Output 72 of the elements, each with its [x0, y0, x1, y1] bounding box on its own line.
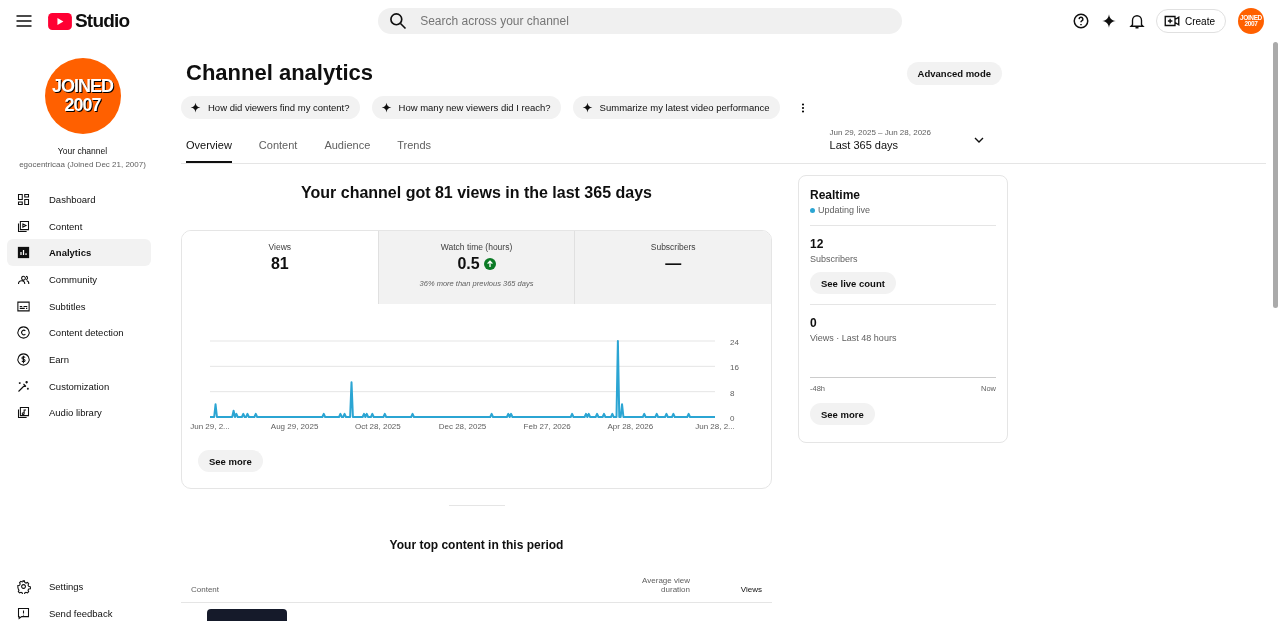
- content-icon: [16, 218, 31, 234]
- audio-icon: [16, 405, 31, 421]
- top-content-title: Your top content in this period: [389, 538, 564, 552]
- create-button[interactable]: Create: [1156, 9, 1226, 33]
- sparkle-icon: [189, 101, 202, 114]
- x-axis-label: Aug 29, 2025: [270, 422, 319, 431]
- feedback-icon: [16, 606, 31, 622]
- column-header: Average view duration: [641, 576, 690, 594]
- search-icon[interactable]: [388, 11, 409, 31]
- views-headline: Your channel got 81 views in the last 365 days: [301, 184, 652, 202]
- sparkle-icon: [580, 101, 594, 114]
- sidebar-item[interactable]: Community: [7, 266, 151, 293]
- tab[interactable]: Content: [258, 135, 298, 163]
- tab[interactable]: Trends: [397, 135, 432, 163]
- sidebar-item[interactable]: Send feedback: [7, 600, 151, 627]
- channel-label: Your channel: [57, 146, 108, 156]
- see-live-count-button[interactable]: See live count: [810, 272, 896, 294]
- x-axis-label: Feb 27, 2026: [523, 422, 571, 431]
- see-more-button[interactable]: See more: [198, 450, 263, 472]
- dashboard-icon: [16, 191, 31, 207]
- y-axis-label: 8: [730, 388, 735, 398]
- page-title: Channel analytics: [186, 60, 374, 86]
- sidebar-item[interactable]: Settings: [7, 573, 151, 601]
- video-thumbnail[interactable]: [207, 609, 287, 621]
- x-axis-label: Apr 28, 2026: [607, 422, 654, 431]
- y-axis-label: 16: [730, 363, 739, 373]
- subscriber-count: 12: [810, 237, 824, 251]
- suggestion-chip[interactable]: How many new viewers did I reach?: [371, 96, 561, 119]
- channel-name: egocentricaa (Joined Dec 21, 2007): [19, 160, 146, 169]
- sidebar-item[interactable]: Analytics: [7, 239, 151, 267]
- live-dot: [810, 207, 815, 213]
- sidebar-item[interactable]: Content detection: [7, 319, 151, 347]
- advanced-mode-button[interactable]: Advanced mode: [906, 61, 1002, 85]
- notifications-icon[interactable]: [1128, 12, 1146, 30]
- search-field[interactable]: Search across your channel: [418, 13, 892, 29]
- analytics-icon: [16, 245, 31, 261]
- tab[interactable]: Audience: [324, 135, 371, 163]
- views-label: Views · Last 48 hours: [810, 333, 897, 343]
- x-axis-label: Jun 28, 2...: [695, 422, 735, 431]
- suggestion-chip[interactable]: Summarize my latest video performance: [572, 96, 780, 119]
- copyright-icon: [16, 325, 31, 341]
- y-axis-label: 24: [730, 338, 739, 347]
- column-header: Views: [739, 585, 763, 594]
- search-bar[interactable]: Search across your channel: [378, 8, 902, 34]
- subtitles-icon: [16, 298, 31, 314]
- x-axis-label: Jun 29, 2...: [190, 422, 230, 431]
- sidebar-item[interactable]: Content: [7, 212, 151, 240]
- scrollbar[interactable]: [1273, 42, 1278, 308]
- sidebar-item[interactable]: Customization: [7, 372, 151, 400]
- sparkle-icon: [379, 101, 393, 114]
- earn-icon: [16, 351, 31, 367]
- sidebar-item[interactable]: Dashboard: [7, 186, 151, 213]
- column-header: Content: [190, 585, 221, 594]
- sidebar-item[interactable]: Earn: [7, 346, 151, 373]
- studio-logo[interactable]: Studio: [48, 10, 130, 32]
- subscribers-label: Subscribers: [810, 254, 858, 264]
- see-more-button[interactable]: See more: [810, 403, 875, 425]
- x-axis-label: Dec 28, 2025: [438, 422, 487, 431]
- realtime-title: Realtime: [810, 188, 861, 202]
- tab[interactable]: Overview: [186, 135, 232, 163]
- views-count: 0: [810, 316, 817, 330]
- y-axis-label: 0: [730, 414, 735, 423]
- settings-icon: [16, 579, 31, 595]
- sidebar-item[interactable]: Subtitles: [7, 292, 151, 320]
- suggestion-chip[interactable]: How did viewers find my content?: [181, 96, 360, 119]
- metric-tab[interactable]: Subscribers —: [574, 231, 771, 304]
- help-icon[interactable]: [1072, 12, 1090, 30]
- x-axis-label: Oct 28, 2025: [354, 422, 401, 431]
- live-status: Updating live: [818, 205, 871, 215]
- sidebar-item[interactable]: Audio library: [7, 399, 151, 427]
- date-range-selector[interactable]: Jun 29, 2025 – Jun 28, 2026 Last 365 days: [829, 128, 987, 163]
- wand-icon: [16, 378, 31, 394]
